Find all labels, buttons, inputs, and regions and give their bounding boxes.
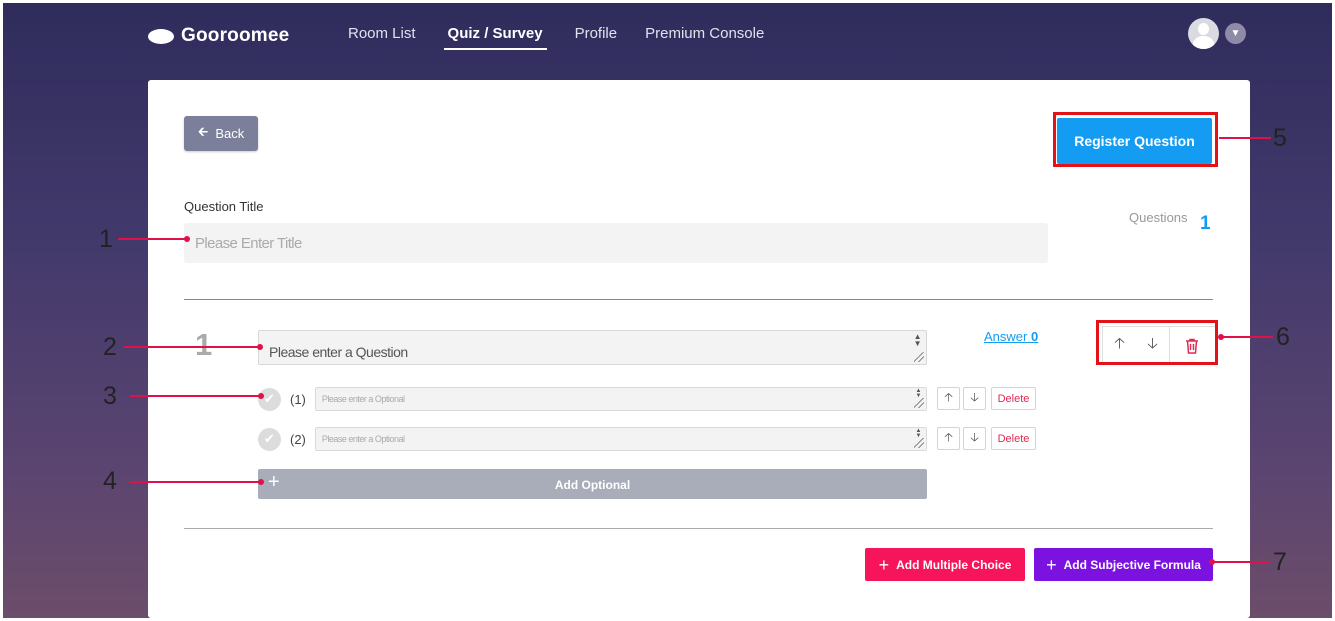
annotation-dot xyxy=(258,393,264,399)
add-multiple-choice-button[interactable]: + Add Multiple Choice xyxy=(865,548,1025,581)
annotation-number: 1 xyxy=(99,225,113,253)
user-avatar-icon[interactable] xyxy=(1188,18,1219,49)
annotation-number: 5 xyxy=(1273,124,1287,152)
question-number: 1 xyxy=(195,327,213,362)
nav-quiz-survey[interactable]: Quiz / Survey xyxy=(443,25,547,50)
bottom-divider xyxy=(184,528,1213,529)
app-window: Gooroomee Room List Quiz / Survey Profil… xyxy=(3,3,1332,618)
resize-grip-icon[interactable] xyxy=(914,352,924,362)
nav-profile[interactable]: Profile xyxy=(575,25,618,50)
option-input[interactable]: Please enter a Optional ▲ ▼ xyxy=(314,387,927,411)
option-row: ✔ (2) Please enter a Optional ▲ ▼ xyxy=(258,427,927,451)
annotation-number: 2 xyxy=(103,333,117,361)
option-actions: 🡡 🡣 Delete xyxy=(937,427,1036,450)
annotation-line xyxy=(1221,336,1273,338)
option-placeholder: Please enter a Optional xyxy=(321,394,405,404)
option-index: (2) xyxy=(290,431,306,447)
add-optional-button[interactable]: + Add Optional xyxy=(258,469,927,499)
cloud-logo-icon xyxy=(148,28,174,44)
annotation-number: 7 xyxy=(1273,548,1287,576)
plus-icon: + xyxy=(1046,554,1057,575)
user-menu[interactable]: ▼ xyxy=(1188,18,1246,49)
brand-logo[interactable]: Gooroomee xyxy=(148,25,289,47)
delete-option-button[interactable]: Delete xyxy=(991,427,1036,450)
top-divider xyxy=(184,299,1213,300)
check-icon[interactable]: ✔ xyxy=(258,427,281,451)
answer-link[interactable]: Answer 0 xyxy=(984,329,1038,344)
option-row: ✔ (1) Please enter a Optional ▲ ▼ xyxy=(258,387,927,411)
move-down-icon[interactable]: 🡣 xyxy=(963,427,986,450)
chevron-down-icon[interactable]: ▼ xyxy=(1225,23,1246,44)
annotation-dot xyxy=(1218,334,1224,340)
move-up-icon[interactable]: 🡡 xyxy=(937,387,960,410)
questions-count-value: 1 xyxy=(1200,213,1211,234)
arrow-left-icon: 🡰 xyxy=(197,123,209,139)
add-subjective-formula-button[interactable]: + Add Subjective Formula xyxy=(1034,548,1213,581)
answer-count: 0 xyxy=(1030,329,1039,344)
annotation-number: 4 xyxy=(103,467,117,495)
resize-grip-icon[interactable] xyxy=(913,398,924,408)
option-input[interactable]: Please enter a Optional ▲ ▼ xyxy=(314,427,927,451)
annotation-line xyxy=(130,395,262,397)
plus-icon: + xyxy=(878,554,890,575)
spinner-icon[interactable]: ▲ ▼ xyxy=(914,333,922,348)
question-text-placeholder: Please enter a Question xyxy=(269,344,408,360)
add-subjective-formula-label: Add Subjective Formula xyxy=(1063,557,1201,572)
question-title-input[interactable] xyxy=(184,223,1048,263)
annotation-dot xyxy=(1209,559,1215,565)
annotation-line xyxy=(118,238,188,240)
annotation-line xyxy=(1212,561,1270,563)
question-title-label: Question Title xyxy=(184,199,264,214)
delete-option-button[interactable]: Delete xyxy=(991,387,1036,410)
annotation-line xyxy=(124,346,260,348)
annotation-dot xyxy=(184,236,190,242)
annotation-number: 3 xyxy=(103,382,117,410)
brand-name: Gooroomee xyxy=(181,25,290,46)
annotation-number: 6 xyxy=(1276,323,1290,351)
move-down-icon[interactable]: 🡣 xyxy=(963,387,986,410)
option-index: (1) xyxy=(290,391,306,407)
back-button[interactable]: 🡰 Back xyxy=(184,116,258,151)
top-nav: Room List Quiz / Survey Profile Premium … xyxy=(348,25,764,50)
highlight-box-question-tools xyxy=(1096,320,1218,365)
nav-room-list[interactable]: Room List xyxy=(348,25,416,50)
highlight-box-register xyxy=(1053,112,1218,167)
answer-label: Answer xyxy=(984,329,1028,344)
option-actions: 🡡 🡣 Delete xyxy=(937,387,1036,410)
question-text-input[interactable]: Please enter a Question ▲ ▼ xyxy=(258,330,927,365)
annotation-dot xyxy=(258,479,264,485)
annotation-line xyxy=(1219,137,1271,139)
back-button-label: Back xyxy=(215,126,245,141)
add-multiple-choice-label: Add Multiple Choice xyxy=(896,557,1012,572)
questions-count-label: Questions xyxy=(1129,210,1188,225)
add-optional-label: Add Optional xyxy=(554,478,631,492)
nav-premium-console[interactable]: Premium Console xyxy=(645,25,764,50)
annotation-line xyxy=(130,481,262,483)
move-up-icon[interactable]: 🡡 xyxy=(937,427,960,450)
option-placeholder: Please enter a Optional xyxy=(321,434,405,444)
resize-grip-icon[interactable] xyxy=(913,438,924,448)
check-icon[interactable]: ✔ xyxy=(258,387,281,411)
annotation-dot xyxy=(257,344,263,350)
